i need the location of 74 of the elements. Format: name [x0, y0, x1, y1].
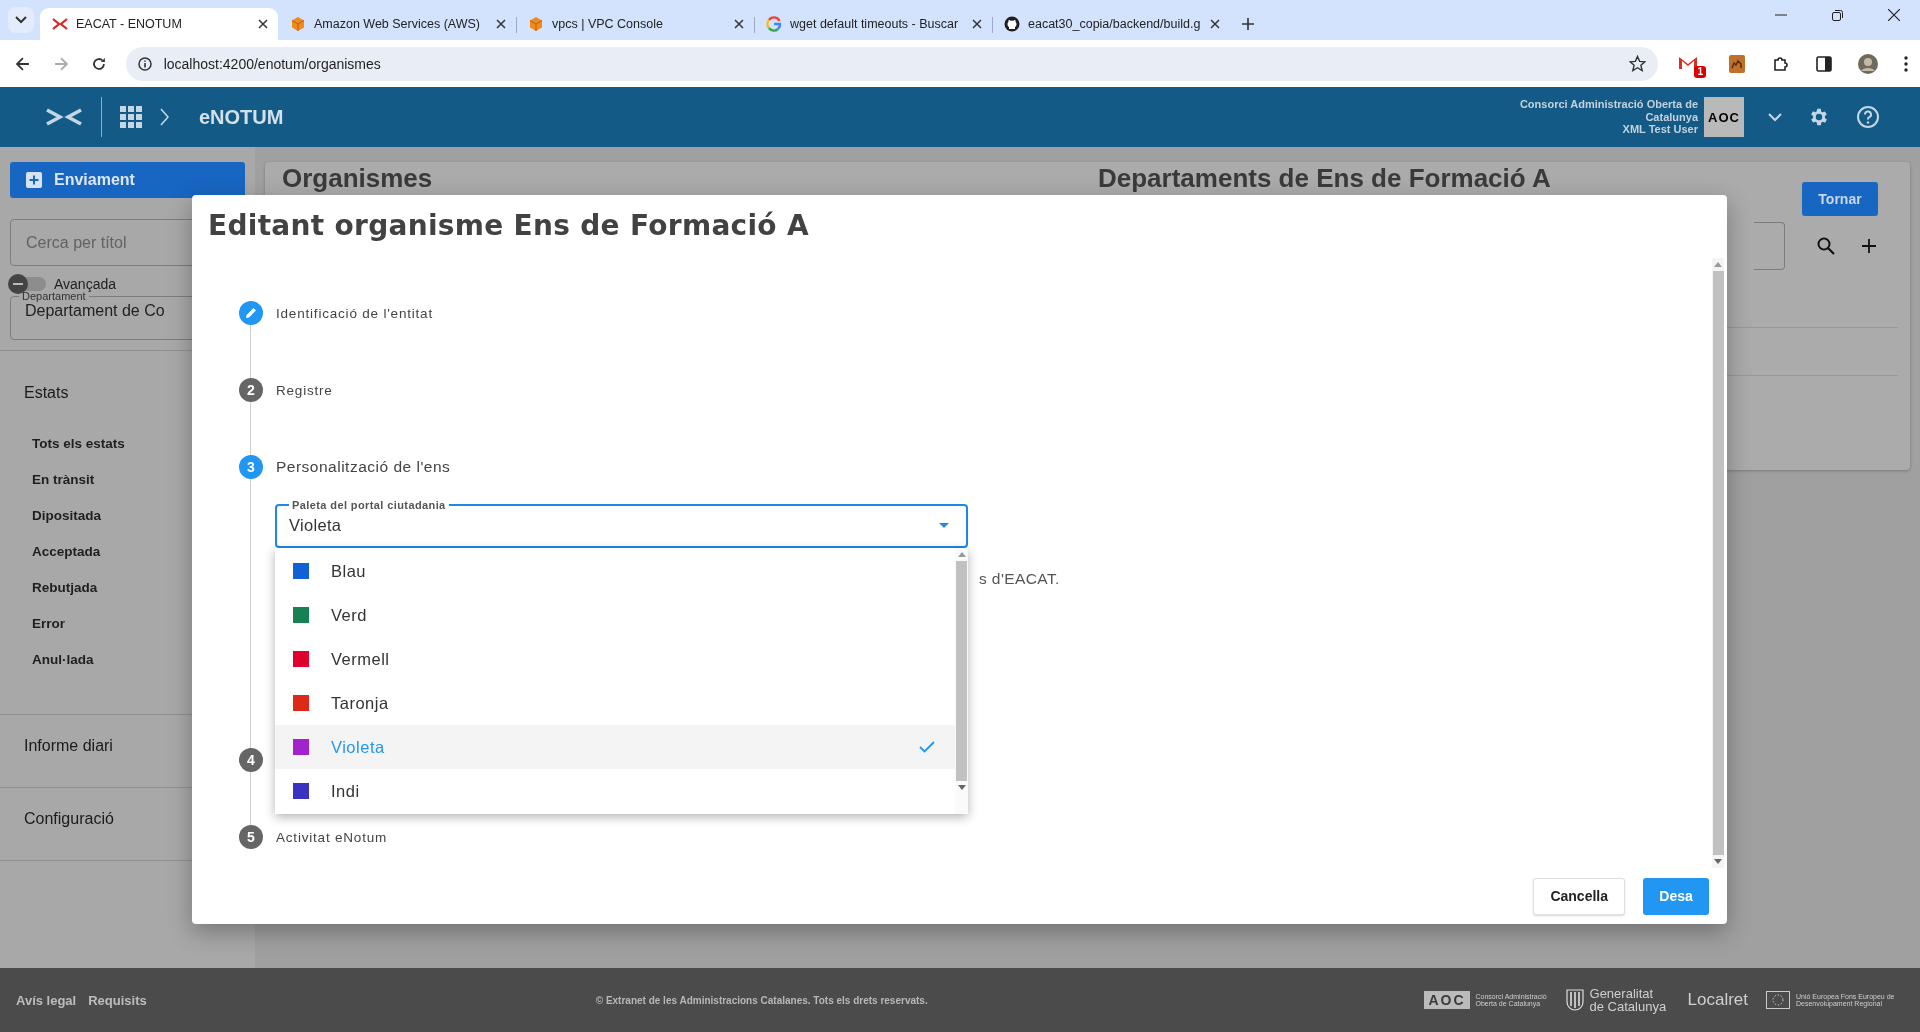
partner-caption: Localret: [1687, 990, 1748, 1010]
browser-tab[interactable]: Amazon Web Services (AWS): [278, 8, 516, 40]
profile-avatar-icon[interactable]: [1858, 53, 1878, 74]
page-title: Organismes: [282, 162, 434, 191]
step-label[interactable]: Activitat eNotum: [276, 829, 388, 845]
footer-link[interactable]: Avís legal: [16, 992, 77, 1008]
info-icon[interactable]: [137, 56, 152, 71]
scrollbar[interactable]: [1712, 258, 1724, 868]
close-window-icon[interactable]: [1888, 9, 1900, 21]
help-icon[interactable]: [1856, 105, 1880, 129]
app-title: eNOTUM: [199, 105, 284, 129]
toggle-label: Avançada: [54, 276, 116, 292]
chevron-down-icon: [15, 16, 27, 24]
check-icon: [919, 741, 935, 753]
user-info: Consorci Administració Oberta de Catalunya XML Test User: [1519, 98, 1698, 136]
add-icon[interactable]: [1861, 238, 1877, 254]
chevron-down-icon[interactable]: [1768, 112, 1782, 122]
step-label[interactable]: Identificació de l'entitat: [276, 305, 433, 321]
flag-icon: [1766, 991, 1790, 1009]
browser-tab[interactable]: eacat30_copia/backend/build.g: [992, 8, 1230, 40]
hint-text: s d'EACAT.: [979, 570, 1060, 587]
cube-icon: [290, 16, 306, 32]
filter-field[interactable]: [1754, 222, 1785, 270]
restore-icon[interactable]: [1832, 9, 1843, 21]
copyright-text: © Extranet de les Administracions Catalanes. Tots els drets reservats.: [595, 994, 928, 1006]
chevron-right-icon: [160, 108, 169, 126]
dropdown-option[interactable]: Indi: [275, 769, 955, 813]
bookmark-star-icon[interactable]: [1629, 55, 1646, 72]
plus-square-icon: [26, 172, 42, 188]
new-submission-button[interactable]: Enviament: [10, 162, 245, 198]
puzzle-icon[interactable]: [1772, 54, 1790, 73]
search-icon[interactable]: [1817, 237, 1835, 255]
footer-link[interactable]: Requisits: [88, 992, 147, 1008]
close-tab-icon[interactable]: [972, 19, 982, 29]
organization-logo: AOC: [1704, 97, 1744, 137]
partner-logo-mark: AOC: [1424, 991, 1470, 1009]
settings-icon[interactable]: [1808, 106, 1830, 128]
partner-caption: Generalitat de Catalunya: [1589, 987, 1668, 1013]
new-tab-icon[interactable]: [1242, 18, 1254, 30]
close-tab-icon[interactable]: [496, 19, 506, 29]
pencil-icon: [245, 307, 257, 319]
close-tab-icon[interactable]: [734, 19, 744, 29]
section-title: Departaments de Ens de Formació A: [1098, 162, 1551, 191]
scrollbar[interactable]: [955, 548, 968, 814]
dropdown-option[interactable]: Blau: [275, 549, 955, 593]
address-bar[interactable]: localhost:4200/enotum/organismes: [125, 46, 1658, 81]
step-label[interactable]: Personalització de l'ens: [276, 458, 451, 476]
tab-search-button[interactable]: [8, 7, 34, 33]
more-icon[interactable]: [1904, 55, 1908, 72]
dropdown-option[interactable]: Taronja: [275, 681, 955, 725]
dropdown-caret-icon: [939, 523, 949, 528]
step-label[interactable]: Registre: [276, 382, 333, 398]
close-tab-icon[interactable]: [258, 19, 268, 29]
browser-tab[interactable]: EACAT - ENOTUM: [40, 8, 278, 40]
notification-badge: 1: [1694, 65, 1706, 78]
dropdown-option[interactable]: Verd: [275, 593, 955, 637]
back-button[interactable]: Tornar: [1802, 182, 1878, 216]
browser-tab[interactable]: wget default timeouts - Buscar: [754, 8, 992, 40]
browser-tab[interactable]: vpcs | VPC Console: [516, 8, 754, 40]
cancel-button[interactable]: Cancella: [1533, 877, 1625, 915]
back-icon[interactable]: [16, 56, 30, 71]
favicon-icon: [52, 18, 68, 30]
advanced-toggle[interactable]: [10, 277, 46, 291]
apps-grid-icon[interactable]: [120, 106, 142, 128]
dropdown-option[interactable]: Vermell: [275, 637, 955, 681]
github-icon: [1004, 16, 1020, 32]
striped-emblem-icon: [1565, 989, 1584, 1011]
step-indicator[interactable]: [239, 301, 263, 325]
side-panel-icon[interactable]: [1816, 55, 1832, 72]
reload-icon[interactable]: [91, 56, 106, 71]
cube-icon: [528, 16, 544, 32]
google-icon: [766, 16, 782, 32]
close-tab-icon[interactable]: [1210, 19, 1220, 29]
chevrons-logo-icon[interactable]: [45, 108, 83, 126]
